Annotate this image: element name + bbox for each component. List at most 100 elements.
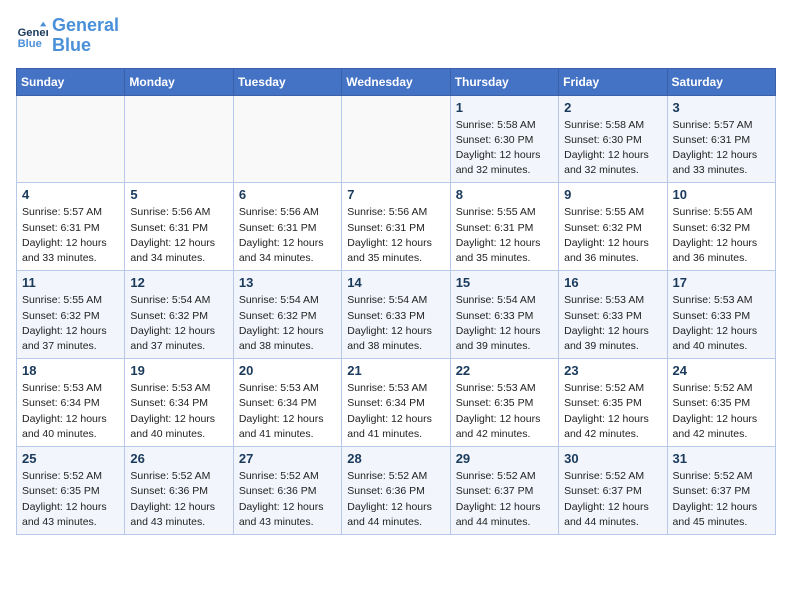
day-info: Sunrise: 5:53 AMSunset: 6:33 PMDaylight:…: [673, 293, 770, 354]
calendar-cell: 21 Sunrise: 5:53 AMSunset: 6:34 PMDayligh…: [342, 359, 450, 447]
day-info: Sunrise: 5:53 AMSunset: 6:34 PMDaylight:…: [130, 381, 227, 442]
day-number: 14: [347, 275, 444, 290]
weekday-header-sunday: Sunday: [17, 68, 125, 95]
day-info: Sunrise: 5:52 AMSunset: 6:35 PMDaylight:…: [564, 381, 661, 442]
day-number: 24: [673, 363, 770, 378]
day-number: 16: [564, 275, 661, 290]
day-number: 6: [239, 187, 336, 202]
calendar-cell: 9 Sunrise: 5:55 AMSunset: 6:32 PMDaylight…: [559, 183, 667, 271]
day-info: Sunrise: 5:56 AMSunset: 6:31 PMDaylight:…: [347, 205, 444, 266]
day-info: Sunrise: 5:52 AMSunset: 6:36 PMDaylight:…: [130, 469, 227, 530]
day-number: 26: [130, 451, 227, 466]
calendar-cell: 7 Sunrise: 5:56 AMSunset: 6:31 PMDaylight…: [342, 183, 450, 271]
day-number: 15: [456, 275, 553, 290]
day-number: 31: [673, 451, 770, 466]
calendar-header: SundayMondayTuesdayWednesdayThursdayFrid…: [17, 68, 776, 95]
day-number: 21: [347, 363, 444, 378]
day-info: Sunrise: 5:53 AMSunset: 6:33 PMDaylight:…: [564, 293, 661, 354]
day-info: Sunrise: 5:52 AMSunset: 6:37 PMDaylight:…: [564, 469, 661, 530]
logo-icon: General Blue: [16, 20, 48, 52]
calendar-cell: 8 Sunrise: 5:55 AMSunset: 6:31 PMDaylight…: [450, 183, 558, 271]
calendar-cell: 18 Sunrise: 5:53 AMSunset: 6:34 PMDayligh…: [17, 359, 125, 447]
calendar-week-1: 1 Sunrise: 5:58 AMSunset: 6:30 PMDaylight…: [17, 95, 776, 183]
weekday-header-monday: Monday: [125, 68, 233, 95]
day-info: Sunrise: 5:57 AMSunset: 6:31 PMDaylight:…: [22, 205, 119, 266]
day-number: 17: [673, 275, 770, 290]
calendar-cell: 25 Sunrise: 5:52 AMSunset: 6:35 PMDayligh…: [17, 447, 125, 535]
calendar-week-5: 25 Sunrise: 5:52 AMSunset: 6:35 PMDayligh…: [17, 447, 776, 535]
day-number: 7: [347, 187, 444, 202]
day-info: Sunrise: 5:55 AMSunset: 6:31 PMDaylight:…: [456, 205, 553, 266]
calendar-cell: [125, 95, 233, 183]
calendar-cell: 22 Sunrise: 5:53 AMSunset: 6:35 PMDayligh…: [450, 359, 558, 447]
day-info: Sunrise: 5:55 AMSunset: 6:32 PMDaylight:…: [22, 293, 119, 354]
calendar-cell: [342, 95, 450, 183]
calendar-week-4: 18 Sunrise: 5:53 AMSunset: 6:34 PMDayligh…: [17, 359, 776, 447]
day-number: 9: [564, 187, 661, 202]
calendar-cell: 13Sunrise: 5:54 AMSunset: 6:32 PMDayligh…: [233, 271, 341, 359]
day-info: Sunrise: 5:52 AMSunset: 6:35 PMDaylight:…: [673, 381, 770, 442]
day-number: 29: [456, 451, 553, 466]
day-info: Sunrise: 5:52 AMSunset: 6:37 PMDaylight:…: [456, 469, 553, 530]
day-number: 10: [673, 187, 770, 202]
day-number: 19: [130, 363, 227, 378]
day-info: Sunrise: 5:53 AMSunset: 6:34 PMDaylight:…: [22, 381, 119, 442]
day-number: 8: [456, 187, 553, 202]
page-header: General Blue GeneralBlue: [16, 16, 776, 56]
calendar-cell: 12 Sunrise: 5:54 AMSunset: 6:32 PMDayligh…: [125, 271, 233, 359]
calendar-cell: 16 Sunrise: 5:53 AMSunset: 6:33 PMDayligh…: [559, 271, 667, 359]
calendar-cell: 3 Sunrise: 5:57 AMSunset: 6:31 PMDaylight…: [667, 95, 775, 183]
calendar-cell: 17 Sunrise: 5:53 AMSunset: 6:33 PMDayligh…: [667, 271, 775, 359]
day-number: 23: [564, 363, 661, 378]
calendar-cell: 14Sunrise: 5:54 AMSunset: 6:33 PMDayligh…: [342, 271, 450, 359]
day-info: Sunrise: 5:58 AMSunset: 6:30 PMDaylight:…: [456, 118, 553, 179]
day-info: Sunrise: 5:58 AMSunset: 6:30 PMDaylight:…: [564, 118, 661, 179]
day-number: 3: [673, 100, 770, 115]
day-number: 27: [239, 451, 336, 466]
calendar-cell: 20 Sunrise: 5:53 AMSunset: 6:34 PMDayligh…: [233, 359, 341, 447]
calendar-week-3: 11 Sunrise: 5:55 AMSunset: 6:32 PMDayligh…: [17, 271, 776, 359]
calendar-cell: 30 Sunrise: 5:52 AMSunset: 6:37 PMDayligh…: [559, 447, 667, 535]
calendar-cell: 11 Sunrise: 5:55 AMSunset: 6:32 PMDayligh…: [17, 271, 125, 359]
day-info: Sunrise: 5:54 AMSunset: 6:32 PMDaylight:…: [130, 293, 227, 354]
day-info: Sunrise: 5:57 AMSunset: 6:31 PMDaylight:…: [673, 118, 770, 179]
weekday-header-tuesday: Tuesday: [233, 68, 341, 95]
calendar-cell: 27Sunrise: 5:52 AMSunset: 6:36 PMDayligh…: [233, 447, 341, 535]
calendar-week-2: 4 Sunrise: 5:57 AMSunset: 6:31 PMDaylight…: [17, 183, 776, 271]
weekday-header-wednesday: Wednesday: [342, 68, 450, 95]
calendar-cell: 26 Sunrise: 5:52 AMSunset: 6:36 PMDayligh…: [125, 447, 233, 535]
calendar-cell: 10 Sunrise: 5:55 AMSunset: 6:32 PMDayligh…: [667, 183, 775, 271]
day-info: Sunrise: 5:55 AMSunset: 6:32 PMDaylight:…: [673, 205, 770, 266]
day-number: 11: [22, 275, 119, 290]
calendar-cell: [17, 95, 125, 183]
day-number: 30: [564, 451, 661, 466]
day-number: 25: [22, 451, 119, 466]
day-info: Sunrise: 5:53 AMSunset: 6:35 PMDaylight:…: [456, 381, 553, 442]
day-info: Sunrise: 5:56 AMSunset: 6:31 PMDaylight:…: [239, 205, 336, 266]
day-number: 20: [239, 363, 336, 378]
logo-text: GeneralBlue: [52, 16, 119, 56]
day-number: 4: [22, 187, 119, 202]
calendar-cell: 28Sunrise: 5:52 AMSunset: 6:36 PMDayligh…: [342, 447, 450, 535]
calendar-cell: 4 Sunrise: 5:57 AMSunset: 6:31 PMDaylight…: [17, 183, 125, 271]
calendar-cell: 15Sunrise: 5:54 AMSunset: 6:33 PMDayligh…: [450, 271, 558, 359]
svg-text:General: General: [18, 27, 48, 39]
day-number: 1: [456, 100, 553, 115]
weekday-header-thursday: Thursday: [450, 68, 558, 95]
day-info: Sunrise: 5:53 AMSunset: 6:34 PMDaylight:…: [239, 381, 336, 442]
svg-text:Blue: Blue: [18, 38, 42, 50]
day-number: 28: [347, 451, 444, 466]
calendar-cell: 23 Sunrise: 5:52 AMSunset: 6:35 PMDayligh…: [559, 359, 667, 447]
day-number: 18: [22, 363, 119, 378]
logo: General Blue GeneralBlue: [16, 16, 119, 56]
day-number: 22: [456, 363, 553, 378]
day-info: Sunrise: 5:55 AMSunset: 6:32 PMDaylight:…: [564, 205, 661, 266]
day-number: 2: [564, 100, 661, 115]
calendar-cell: 5Sunrise: 5:56 AMSunset: 6:31 PMDaylight…: [125, 183, 233, 271]
calendar-cell: 19 Sunrise: 5:53 AMSunset: 6:34 PMDayligh…: [125, 359, 233, 447]
day-info: Sunrise: 5:53 AMSunset: 6:34 PMDaylight:…: [347, 381, 444, 442]
weekday-header-saturday: Saturday: [667, 68, 775, 95]
day-number: 12: [130, 275, 227, 290]
day-info: Sunrise: 5:52 AMSunset: 6:35 PMDaylight:…: [22, 469, 119, 530]
calendar-cell: 29 Sunrise: 5:52 AMSunset: 6:37 PMDayligh…: [450, 447, 558, 535]
